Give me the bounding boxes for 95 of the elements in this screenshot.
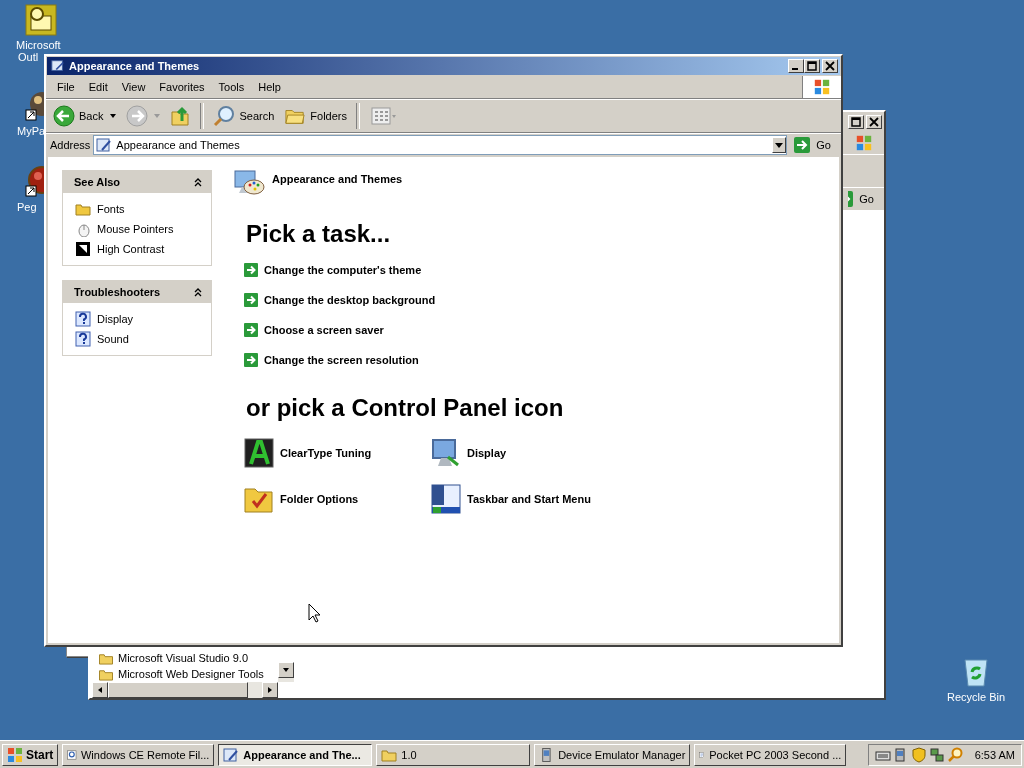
close-button[interactable] — [822, 59, 838, 73]
minimize-button[interactable] — [788, 59, 804, 73]
menu-item[interactable]: Favorites — [152, 81, 212, 93]
collapse-icon[interactable] — [193, 177, 203, 187]
address-label: Address — [50, 139, 91, 151]
task-link[interactable]: Change the screen resolution — [264, 354, 419, 366]
task-link[interactable]: Choose a screen saver — [264, 324, 384, 336]
control-panel-icon — [96, 137, 113, 153]
desktop-icon-label[interactable]: Outl — [18, 51, 39, 63]
taskbar-button[interactable]: 1.0 — [376, 743, 531, 766]
right-arrow-icon — [266, 686, 274, 694]
maximize-button[interactable] — [804, 59, 820, 73]
control-panel-link[interactable]: Taskbar and Start Menu — [467, 493, 591, 505]
mouse-cursor-icon — [308, 603, 320, 623]
folders-button[interactable]: Folders — [281, 104, 350, 128]
go-button[interactable]: Go — [844, 191, 880, 207]
task-link[interactable]: Change the computer's theme — [264, 264, 422, 276]
desktop-icon-label[interactable]: Recycle Bin — [946, 691, 1006, 703]
menu-item[interactable]: File — [50, 81, 82, 93]
shield-icon[interactable] — [910, 746, 927, 763]
left-arrow-icon — [96, 686, 104, 694]
down-arrow-icon — [282, 666, 290, 674]
go-arrow-icon — [848, 191, 854, 207]
windows-logo — [812, 78, 832, 96]
taskbar-icon — [430, 483, 462, 515]
arrow-icon — [244, 293, 258, 307]
dropdown-arrow-icon[interactable] — [110, 114, 117, 118]
section-heading: Pick a task... — [246, 219, 392, 249]
folder-list-item[interactable]: Microsoft Web Designer Tools — [92, 666, 278, 682]
sidebar-link[interactable]: Fonts — [97, 203, 125, 215]
close-icon — [825, 61, 835, 71]
control-panel-icon — [51, 59, 65, 73]
desktop-icon-label[interactable]: Peg — [17, 201, 37, 213]
taskbar-button[interactable]: Device Emulator Manager — [534, 743, 691, 766]
caret-icon — [775, 142, 784, 148]
minimize-icon — [791, 67, 798, 70]
collapse-icon[interactable] — [193, 287, 203, 297]
control-panel-link[interactable]: Display — [467, 447, 507, 459]
arrow-icon — [244, 323, 258, 337]
grid-icon — [369, 107, 399, 125]
sidebar-link[interactable]: Display — [97, 313, 134, 325]
windows-logo-icon — [854, 134, 874, 152]
control-panel-icon — [223, 746, 240, 763]
help-icon — [75, 331, 91, 347]
vertical-scrollbar[interactable] — [278, 662, 294, 682]
taskbar-button[interactable]: Windows CE Remote Fil... — [62, 743, 215, 766]
panel-title: Troubleshooters — [74, 286, 161, 298]
calendar-icon[interactable] — [25, 4, 57, 36]
search-button[interactable]: Search — [210, 103, 278, 129]
menu-item[interactable]: Tools — [211, 81, 252, 93]
search-icon[interactable] — [946, 746, 963, 763]
page-heading: Appearance and Themes — [272, 173, 403, 185]
folder-list-item[interactable]: Microsoft Visual Studio 9.0 — [92, 650, 278, 666]
control-panel-link[interactable]: ClearType Tuning — [280, 447, 372, 459]
dropdown-button[interactable] — [772, 137, 787, 153]
forward-button[interactable] — [124, 105, 151, 127]
folder-icon — [75, 201, 91, 217]
folder-icon — [98, 651, 114, 665]
sidebar-link[interactable]: Mouse Pointers — [97, 223, 174, 235]
taskbar-button[interactable]: Appearance and The... — [218, 743, 373, 766]
taskbar-button[interactable]: Pocket PC 2003 Second ... — [694, 743, 847, 766]
horizontal-scrollbar[interactable] — [92, 682, 278, 698]
menu-item[interactable]: Help — [251, 81, 288, 93]
desktop-icon-label[interactable]: MyPa — [17, 125, 46, 137]
arrow-icon — [244, 353, 258, 367]
task-link[interactable]: Change the desktop background — [264, 294, 436, 306]
arrow-icon — [244, 263, 258, 277]
maximize-button[interactable] — [848, 115, 864, 129]
control-panel-link[interactable]: Folder Options — [280, 493, 359, 505]
back-button[interactable]: Back — [50, 103, 107, 129]
address-field[interactable]: Appearance and Themes — [93, 135, 788, 155]
section-heading: or pick a Control Panel icon — [246, 393, 565, 423]
windows-logo — [7, 746, 23, 763]
sidebar-link[interactable]: Sound — [97, 333, 129, 345]
monitor-icon — [430, 437, 462, 469]
contrast-icon — [75, 241, 91, 257]
sidebar-link[interactable]: High Contrast — [97, 243, 165, 255]
letter-a-icon — [243, 437, 275, 469]
menu-item[interactable]: View — [114, 81, 153, 93]
start-button[interactable]: Start — [2, 743, 59, 766]
go-arrow-icon — [794, 137, 811, 153]
close-button[interactable] — [866, 115, 882, 129]
network-icon[interactable] — [928, 746, 945, 763]
close-icon — [869, 117, 879, 127]
menu-item[interactable]: Edit — [81, 81, 115, 93]
desktop-icon-label[interactable]: Microsoft — [16, 39, 61, 51]
maximize-icon — [807, 61, 817, 71]
go-button[interactable]: Go — [790, 137, 837, 153]
clock: 6:53 AM — [974, 748, 1015, 761]
search-icon — [213, 105, 236, 127]
mouse-icon — [75, 221, 91, 237]
window-title: Appearance and Themes — [69, 60, 200, 72]
help-icon — [75, 311, 91, 327]
maximize-icon — [851, 117, 861, 127]
panel-title: See Also — [74, 176, 121, 188]
